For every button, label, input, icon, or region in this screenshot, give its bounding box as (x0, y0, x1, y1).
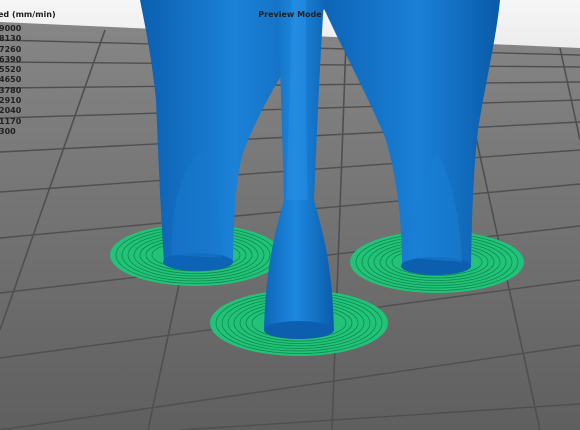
legend-value: 3780 (0, 85, 22, 95)
legend-value: 8130 (0, 34, 22, 44)
speed-legend: ed (mm/min) 9000 8130 7260 6390 5520 465… (0, 8, 80, 137)
legend-value: 2910 (0, 96, 22, 106)
legend-value: 300 (0, 126, 16, 136)
legend-value: 4650 (0, 75, 22, 85)
legend-title: ed (mm/min) (0, 10, 56, 19)
legend-value: 2040 (0, 106, 22, 116)
legend-value: 7260 (0, 44, 22, 54)
legend-value: 6390 (0, 54, 22, 64)
preview-mode-label: Preview Mode (258, 10, 322, 19)
print-bed-scene[interactable] (0, 0, 580, 430)
legend-value: 1170 (0, 116, 22, 126)
legend-value: 5520 (0, 65, 22, 75)
legend-value: 9000 (0, 24, 22, 33)
preview-viewport[interactable]: Preview Mode ed (mm/min) 9000 8130 7260 … (0, 0, 580, 430)
